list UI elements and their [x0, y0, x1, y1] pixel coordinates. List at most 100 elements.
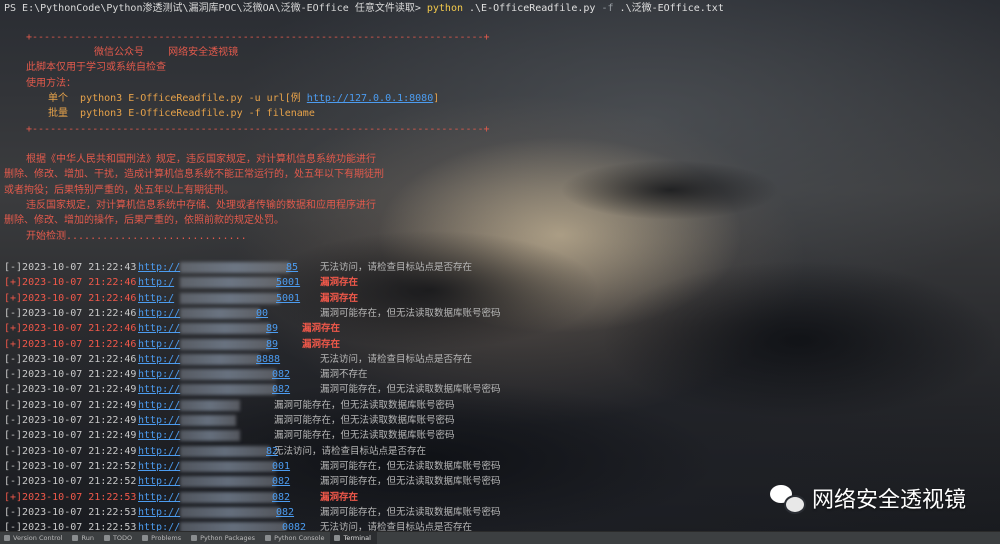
tool-window-tab[interactable]: Problems: [138, 532, 187, 544]
result-url-link[interactable]: http://: [138, 490, 180, 505]
result-url-link[interactable]: http://: [138, 367, 180, 382]
banner-single-cmd: python3 E-OfficeReadfile.py -u url[例: [80, 93, 307, 104]
result-url-link[interactable]: http://: [138, 352, 180, 367]
tool-window-label: Python Console: [274, 534, 325, 542]
result-status-time: [-]2023-10-07 21:22:49: [4, 445, 137, 457]
command-flag: -f: [601, 3, 614, 14]
result-message: 漏洞不存在: [320, 369, 368, 381]
redacted-host: [180, 338, 270, 350]
result-url-link[interactable]: http://: [138, 260, 180, 275]
result-url-link[interactable]: http://: [138, 337, 180, 352]
result-url-port[interactable]: 001: [272, 459, 290, 474]
result-url-link[interactable]: http://: [138, 505, 180, 520]
redacted-host: [180, 307, 260, 319]
result-status-time: [+]2023-10-07 21:22:46: [4, 292, 137, 304]
result-url-port[interactable]: 85: [286, 260, 298, 275]
legal-notice-line: 删除、修改、增加的操作，后果严重的，依照前款的规定处罚。: [4, 215, 284, 226]
result-url-port[interactable]: 89: [266, 321, 278, 336]
result-url-port[interactable]: 082: [272, 367, 290, 382]
banner-batch-label: 批量: [48, 108, 68, 119]
result-status-time: [-]2023-10-07 21:22:49: [4, 399, 137, 411]
result-url-link[interactable]: http://: [138, 382, 180, 397]
result-url-port[interactable]: 082: [272, 382, 290, 397]
result-message: 漏洞可能存在，但无法读取数据库账号密码: [274, 430, 455, 442]
result-url-link[interactable]: http://: [138, 321, 180, 336]
terminal-output[interactable]: PS E:\PythonCode\Python渗透测试\漏洞库POC\泛微OA\…: [0, 0, 1000, 532]
result-message: 漏洞可能存在，但无法读取数据库账号密码: [274, 399, 455, 411]
result-message: 漏洞存在: [302, 338, 341, 350]
tool-window-label: Terminal: [343, 534, 371, 542]
result-status-time: [-]2023-10-07 21:22:49: [4, 430, 137, 442]
result-row: [-]2023-10-07 21:22:43 http:// 85 无法访问，请检查目…: [4, 260, 472, 275]
tool-window-label: Problems: [151, 534, 182, 542]
result-row: [-]2023-10-07 21:22:52 http:// 082 漏洞可能存在，但…: [4, 474, 501, 489]
result-url-link[interactable]: http://: [138, 428, 180, 443]
result-status-time: [-]2023-10-07 21:22:49: [4, 369, 137, 381]
banner-border-top: +---------------------------------------…: [26, 32, 490, 43]
tool-window-tab[interactable]: Terminal: [330, 532, 377, 544]
tool-window-tab[interactable]: Run: [68, 532, 99, 544]
command-script: .\E-OfficeReadfile.py: [463, 3, 602, 14]
tool-window-tab[interactable]: TODO: [100, 532, 138, 544]
result-message: 漏洞存在: [320, 491, 359, 503]
tool-window-tab[interactable]: Version Control: [0, 532, 68, 544]
result-row: [-]2023-10-07 21:22:52 http:// 001 漏洞可能存在，但…: [4, 459, 501, 474]
banner-border-bottom: +---------------------------------------…: [26, 124, 490, 135]
result-row: [-]2023-10-07 21:22:49 http:// 082 漏洞可能存在，但…: [4, 382, 501, 397]
result-row: [+]2023-10-07 21:22:46 http:/ 5001 漏洞存在: [4, 291, 358, 306]
redacted-host: [180, 399, 240, 411]
scan-start: 开始检测..............................: [26, 231, 247, 242]
terminal-icon: [334, 535, 341, 541]
legal-notice-line: 违反国家规定，对计算机信息系统中存储、处理或者传输的数据和应用程序进行: [26, 200, 376, 211]
result-url-link[interactable]: http:/: [138, 275, 174, 290]
run-icon: [72, 535, 79, 541]
result-url-port[interactable]: 5001: [276, 275, 300, 290]
result-url-link[interactable]: http://: [138, 398, 180, 413]
result-url-link[interactable]: http://: [138, 459, 180, 474]
result-url-port[interactable]: 082: [276, 505, 294, 520]
result-status-time: [+]2023-10-07 21:22:46: [4, 277, 137, 289]
command-line: PS E:\PythonCode\Python渗透测试\漏洞库POC\泛微OA\…: [4, 1, 724, 16]
result-status-time: [+]2023-10-07 21:22:53: [4, 491, 137, 503]
tool-window-label: Version Control: [13, 534, 63, 542]
redacted-host: [180, 384, 276, 396]
result-row: [-]2023-10-07 21:22:53 http:// 082 漏洞可能存在，但…: [4, 505, 501, 520]
tool-window-label: TODO: [112, 534, 133, 542]
banner-example-url[interactable]: http://127.0.0.1:8080: [307, 93, 433, 104]
redacted-host: [180, 353, 260, 365]
result-message: 无法访问，请检查目标站点是否存在: [320, 353, 473, 365]
result-url-link[interactable]: http://: [138, 413, 180, 428]
result-status-time: [-]2023-10-07 21:22:46: [4, 353, 137, 365]
redacted-host: [180, 445, 270, 457]
command-program: python: [426, 3, 463, 14]
result-url-link[interactable]: http://: [138, 306, 180, 321]
tool-window-tab[interactable]: Python Console: [261, 532, 330, 544]
result-message: 漏洞存在: [320, 277, 359, 289]
result-url-port[interactable]: 5001: [276, 291, 300, 306]
result-message: 漏洞存在: [320, 292, 359, 304]
result-url-port[interactable]: 89: [266, 337, 278, 352]
result-row: [-]2023-10-07 21:22:49 http://82 无法访问，请检查目…: [4, 444, 426, 459]
result-url-port[interactable]: 082: [272, 490, 290, 505]
result-message: 漏洞可能存在，但无法读取数据库账号密码: [320, 384, 501, 396]
result-message: 漏洞可能存在，但无法读取数据库账号密码: [320, 506, 501, 518]
result-url-link[interactable]: http:/: [138, 291, 174, 306]
result-status-time: [+]2023-10-07 21:22:46: [4, 323, 137, 335]
result-url-port[interactable]: 8888: [256, 352, 280, 367]
redacted-host: [180, 460, 276, 472]
result-url-link[interactable]: http://: [138, 444, 180, 459]
result-status-time: [-]2023-10-07 21:22:49: [4, 415, 137, 426]
result-url-port[interactable]: 00: [256, 306, 268, 321]
tool-window-tab[interactable]: Python Packages: [187, 532, 261, 544]
result-url-port[interactable]: 082: [272, 474, 290, 489]
result-row: [-]2023-10-07 21:22:49 http:// 漏洞可能存在，但无法读…: [4, 428, 455, 443]
result-status-time: [-]2023-10-07 21:22:53: [4, 506, 137, 518]
legal-notice-line: 根据《中华人民共和国刑法》规定，违反国家规定，对计算机信息系统功能进行: [26, 154, 376, 165]
redacted-host: [180, 369, 276, 381]
result-url-link[interactable]: http://: [138, 474, 180, 489]
banner-batch-cmd: python3 E-OfficeReadfile.py -f filename: [80, 108, 315, 119]
result-row: [-]2023-10-07 21:22:49 http:// 漏洞可能存在，但无法读…: [4, 413, 455, 428]
result-message: 无法访问，请检查目标站点是否存在: [274, 445, 427, 457]
branch-icon: [4, 535, 10, 541]
banner-wechat: 微信公众号 网络安全透视镜: [94, 45, 238, 60]
